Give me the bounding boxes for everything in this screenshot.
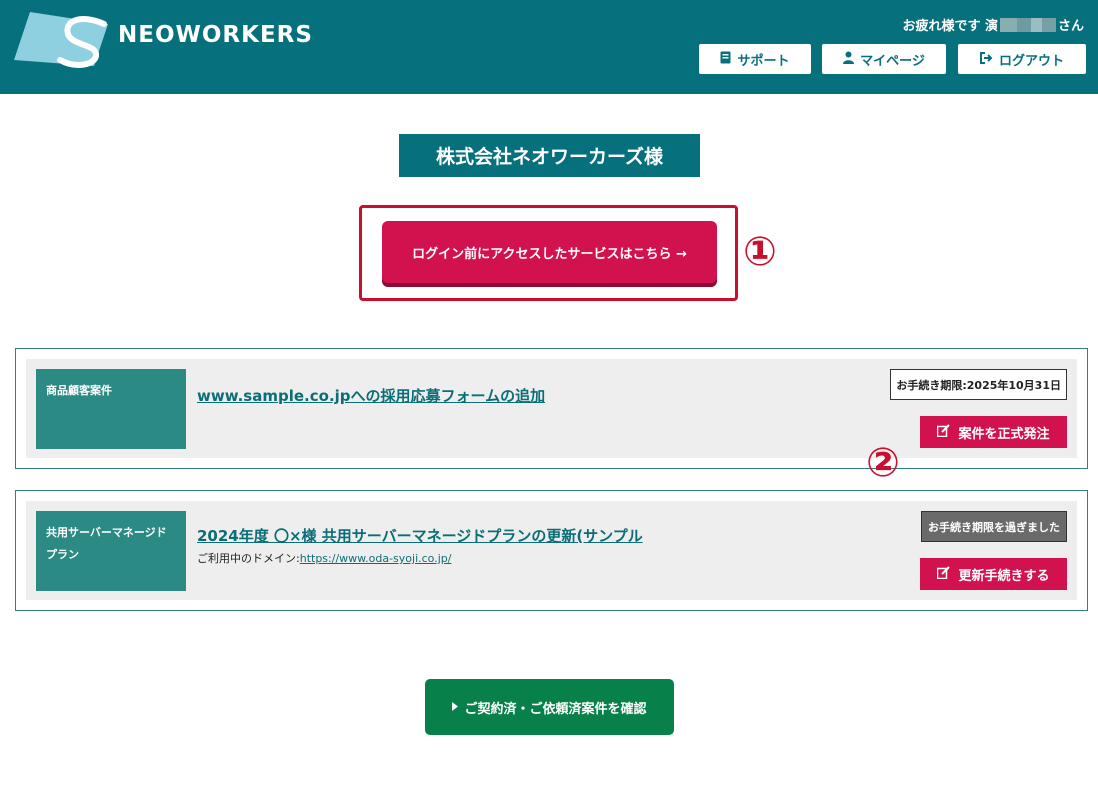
logo-mark-icon bbox=[14, 12, 108, 68]
logout-label: ログアウト bbox=[998, 53, 1064, 69]
user-greeting: お疲れ様です 演 さん bbox=[902, 15, 1084, 34]
annotation-number-2: ② bbox=[866, 440, 900, 486]
domain-info: ご利用中のドメイン:https://www.oda-syoji.co.jp/ bbox=[197, 550, 451, 566]
renew-button[interactable]: 更新手続きする bbox=[920, 558, 1067, 590]
project-card: 商品顧客案件 www.sample.co.jpへの採用応募フォームの追加 お手続… bbox=[15, 348, 1088, 469]
category-label: 共用サーバーマネージドプラン bbox=[36, 511, 186, 591]
support-button[interactable]: サポート bbox=[699, 44, 811, 74]
neoworkers-logo[interactable]: NEOWORKERS bbox=[12, 10, 312, 70]
logout-icon bbox=[979, 51, 993, 67]
domain-label: ご利用中のドメイン: bbox=[197, 552, 300, 565]
mypage-label: マイページ bbox=[860, 53, 925, 69]
redacted-name bbox=[999, 18, 1056, 32]
logo-text: NEOWORKERS bbox=[118, 22, 313, 48]
edit-icon bbox=[937, 423, 951, 441]
logout-button[interactable]: ログアウト bbox=[958, 44, 1086, 74]
user-icon bbox=[843, 51, 855, 67]
company-name-heading: 株式会社ネオワーカーズ様 bbox=[399, 134, 700, 177]
expired-badge: お手続き期限を過ぎました bbox=[921, 511, 1067, 542]
domain-link[interactable]: https://www.oda-syoji.co.jp/ bbox=[300, 552, 452, 565]
formal-order-button[interactable]: 案件を正式発注 bbox=[920, 416, 1067, 448]
book-icon bbox=[720, 51, 731, 67]
project-card-body: 商品顧客案件 www.sample.co.jpへの採用応募フォームの追加 お手続… bbox=[26, 359, 1077, 458]
category-label: 商品顧客案件 bbox=[36, 369, 186, 449]
site-header: NEOWORKERS お疲れ様です 演 さん サポート マイページ ログアウト bbox=[0, 0, 1098, 94]
action-label: 案件を正式発注 bbox=[958, 426, 1050, 442]
confirm-contracts-button[interactable]: ご契約済・ご依頼済案件を確認 bbox=[425, 679, 674, 735]
greeting-suffix: さん bbox=[1057, 19, 1084, 34]
confirm-label: ご契約済・ご依頼済案件を確認 bbox=[464, 701, 647, 717]
project-title-link[interactable]: www.sample.co.jpへの採用応募フォームの追加 bbox=[197, 385, 545, 406]
caret-right-icon bbox=[452, 700, 459, 715]
support-label: サポート bbox=[737, 53, 790, 69]
pre-login-service-button[interactable]: ログイン前にアクセスしたサービスはこちら → bbox=[382, 221, 717, 283]
project-card-body: 共用サーバーマネージドプラン 2024年度 〇×様 共用サーバーマネージドプラン… bbox=[26, 501, 1077, 600]
action-label: 更新手続きする bbox=[958, 568, 1050, 584]
project-title-link[interactable]: 2024年度 〇×様 共用サーバーマネージドプランの更新(サンプル bbox=[197, 525, 643, 546]
deadline-badge: お手続き期限:2025年10月31日 bbox=[890, 369, 1067, 400]
greeting-prefix: お疲れ様です 演 bbox=[902, 19, 998, 34]
annotation-number-1: ① bbox=[743, 229, 777, 275]
mypage-button[interactable]: マイページ bbox=[822, 44, 946, 74]
edit-icon bbox=[937, 565, 951, 583]
project-card: 共用サーバーマネージドプラン 2024年度 〇×様 共用サーバーマネージドプラン… bbox=[15, 490, 1088, 611]
